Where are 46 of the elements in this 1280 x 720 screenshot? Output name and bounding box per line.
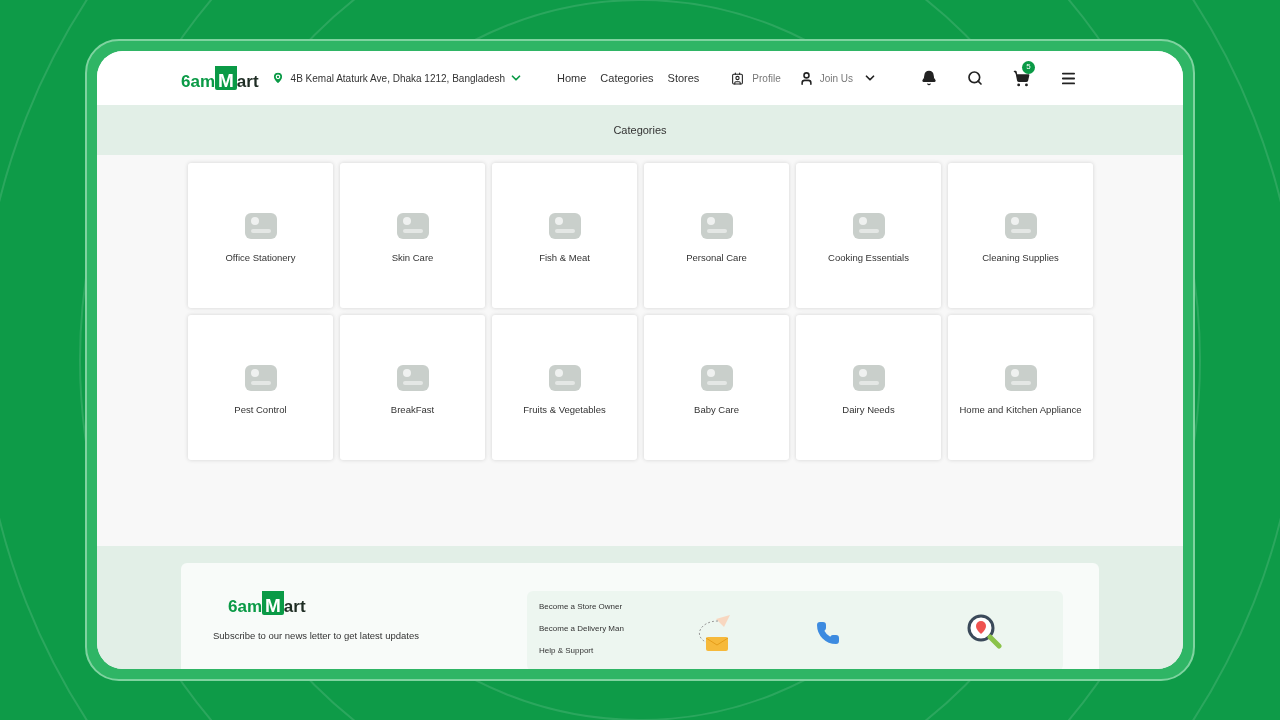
logo[interactable]: 6am M art: [181, 66, 259, 90]
category-card[interactable]: BreakFast: [340, 315, 485, 460]
category-card[interactable]: Cleaning Supplies: [948, 163, 1093, 308]
footer-link[interactable]: Become a Delivery Man: [539, 623, 624, 635]
page-title: Categories: [613, 122, 667, 138]
category-card[interactable]: Cooking Essentials: [796, 163, 941, 308]
category-card[interactable]: Home and Kitchen Appliance: [948, 315, 1093, 460]
profile-link[interactable]: Profile: [752, 70, 781, 86]
address-text[interactable]: 4B Kemal Ataturk Ave, Dhaka 1212, Bangladesh: [290, 70, 505, 86]
category-card[interactable]: Skin Care: [340, 163, 485, 308]
category-name: Skin Care: [391, 251, 434, 266]
category-name: Cleaning Supplies: [982, 251, 1059, 266]
category-name: Cooking Essentials: [828, 251, 909, 266]
search-icon[interactable]: [967, 70, 983, 86]
nav-link[interactable]: Home: [557, 69, 587, 87]
footer-link[interactable]: Become a Store Owner: [539, 601, 624, 613]
logo[interactable]: 6am M art: [228, 591, 419, 615]
newsletter-text: Subscribe to our news letter to get latest updates: [213, 629, 419, 643]
user-icon[interactable]: [798, 70, 814, 86]
category-name: Pest Control: [234, 403, 287, 418]
location-search-icon: [965, 613, 1002, 649]
category-name: BreakFast: [390, 403, 435, 418]
phone-icon: [815, 621, 840, 645]
notification-bell-icon[interactable]: [921, 70, 937, 86]
category-name: Dairy Needs: [842, 403, 895, 418]
location-pin-icon: [270, 71, 285, 85]
category-name: Office Stationery: [225, 251, 296, 266]
category-card[interactable]: Baby Care: [644, 315, 789, 460]
category-name: Personal Care: [686, 251, 747, 266]
category-card[interactable]: Pest Control: [188, 315, 333, 460]
nav-link[interactable]: Stores: [667, 69, 700, 87]
join-us-link[interactable]: Join Us: [819, 70, 854, 86]
footer-link[interactable]: Help & Support: [539, 645, 624, 657]
category-card[interactable]: Fish & Meat: [492, 163, 637, 308]
nav-link[interactable]: Categories: [600, 69, 654, 87]
cart-count-badge: 5: [1022, 60, 1035, 74]
cart-icon[interactable]: [1013, 69, 1030, 87]
category-name: Home and Kitchen Appliance: [959, 403, 1082, 418]
category-card[interactable]: Personal Care: [644, 163, 789, 308]
category-card[interactable]: Office Stationery: [188, 163, 333, 308]
category-card[interactable]: Fruits & Vegetables: [492, 315, 637, 460]
category-name: Fruits & Vegetables: [523, 403, 606, 418]
category-name: Baby Care: [694, 403, 739, 418]
category-name: Fish & Meat: [539, 251, 590, 266]
category-card[interactable]: Dairy Needs: [796, 315, 941, 460]
profile-icon[interactable]: [731, 71, 745, 85]
